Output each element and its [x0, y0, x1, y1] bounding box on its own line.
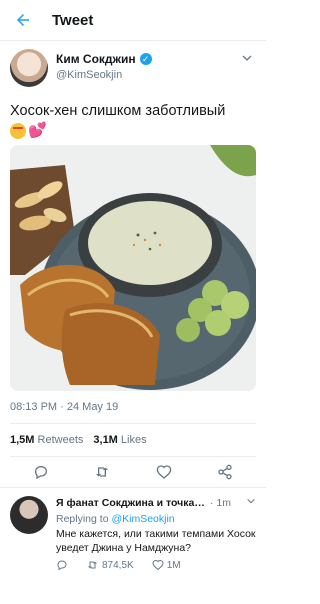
reply-text: Мне кажется, или такими темпами Хосок ув…: [56, 528, 256, 554]
reply-author-name[interactable]: Я фанат Сокджина и точка ...: [56, 497, 206, 509]
tweet-photo[interactable]: [10, 145, 256, 391]
tweet-stats: 1,5M Retweets 3,1M Likes: [0, 424, 266, 456]
replying-to: Replying to @KimSeokjin: [56, 513, 175, 525]
tweet-author: Ким Сокджин ✓ @KimSeokjin: [0, 41, 266, 87]
retweet-icon: [88, 561, 97, 569]
flushed-face-emoji-icon: [10, 123, 26, 139]
retweets-stat[interactable]: 1,5M Retweets: [10, 434, 83, 446]
heart-icon[interactable]: [153, 461, 175, 483]
avatar[interactable]: [10, 496, 48, 534]
tweet-actions: [0, 457, 266, 487]
retweet-icon[interactable]: [91, 461, 113, 483]
reply-time: · 1m: [210, 496, 231, 509]
reply-retweet-count: 874,5K: [102, 559, 134, 571]
verified-badge-icon: ✓: [139, 53, 152, 65]
page-title: Tweet: [52, 11, 94, 29]
likes-stat[interactable]: 3,1M Likes: [93, 434, 146, 446]
two-hearts-emoji-icon: 💕: [28, 122, 47, 139]
share-icon[interactable]: [214, 461, 236, 483]
reply-reply-button[interactable]: [56, 559, 68, 571]
food-photo-illustration: [10, 145, 256, 391]
top-bar: Tweet: [0, 0, 266, 40]
avatar[interactable]: [10, 49, 48, 87]
reply-icon: [57, 560, 67, 571]
heart-icon: [152, 559, 164, 571]
tweet-text: Хосок-хен слишком заботливый: [10, 103, 226, 119]
author-handle[interactable]: @KimSeokjin: [56, 69, 238, 81]
emoji-row: 💕: [0, 121, 266, 141]
reply-actions: 874,5K 1M: [56, 559, 256, 571]
author-name[interactable]: Ким Сокджин: [56, 52, 136, 66]
reply-tweet[interactable]: Я фанат Сокджина и точка ... · 1m Replyi…: [0, 488, 266, 571]
reply-like-count: 1M: [166, 559, 181, 571]
arrow-left-icon[interactable]: [12, 9, 34, 31]
reply-retweet-button[interactable]: 874,5K: [86, 559, 134, 571]
reply-icon[interactable]: [30, 461, 52, 483]
chevron-down-icon[interactable]: [246, 496, 256, 509]
chevron-down-icon[interactable]: [238, 49, 256, 67]
reply-like-button[interactable]: 1M: [152, 559, 181, 571]
tweet-timestamp: 08:13 PM · 24 May 19: [10, 401, 119, 413]
replying-to-link[interactable]: @KimSeokjin: [111, 513, 174, 525]
